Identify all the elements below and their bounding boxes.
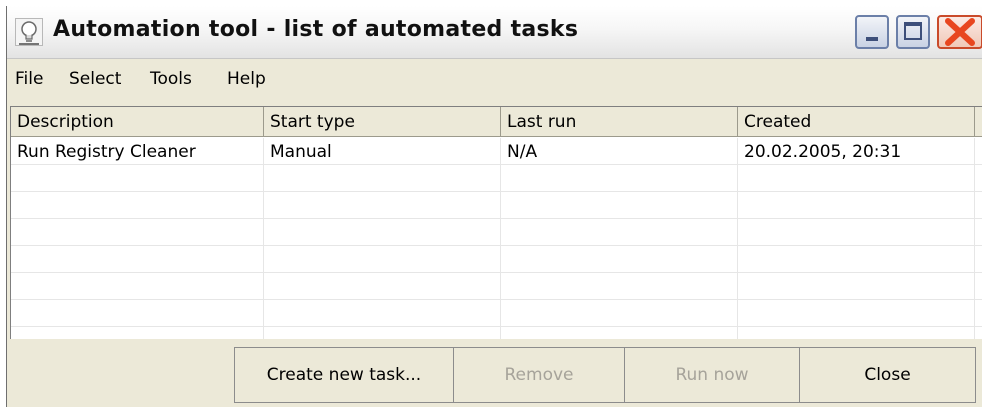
maximize-button[interactable] <box>896 15 930 49</box>
empty-cell <box>11 192 264 219</box>
run-now-button[interactable]: Run now <box>624 347 800 403</box>
empty-cell <box>264 165 501 192</box>
empty-table-row <box>11 192 982 219</box>
empty-cell <box>264 219 501 246</box>
column-header-created[interactable]: Created <box>738 107 975 137</box>
automation-tool-window: Automation tool - list of automated task… <box>6 6 982 407</box>
column-header-start-type[interactable]: Start type <box>264 107 501 137</box>
minimize-icon <box>866 37 878 41</box>
menu-bar: File Select Tools Help <box>7 59 982 97</box>
empty-cell <box>264 327 501 339</box>
button-bar: Create new task... Remove Run now Close <box>7 340 982 407</box>
cell-description: Run Registry Cleaner <box>11 138 264 165</box>
cell-last-run: N/A <box>501 138 738 165</box>
empty-cell <box>738 219 975 246</box>
empty-table-row <box>11 165 982 192</box>
empty-table-row <box>11 273 982 300</box>
empty-cell <box>501 327 738 339</box>
empty-cell <box>11 300 264 327</box>
create-new-task-button[interactable]: Create new task... <box>234 347 454 403</box>
cell-created: 20.02.2005, 20:31 <box>738 138 975 165</box>
empty-cell <box>264 246 501 273</box>
empty-cell <box>501 300 738 327</box>
column-header-filler <box>975 107 982 137</box>
empty-cell <box>11 327 264 339</box>
empty-cell <box>738 246 975 273</box>
empty-cell <box>501 219 738 246</box>
table-row[interactable]: Run Registry Cleaner Manual N/A 20.02.20… <box>11 138 982 165</box>
menu-help[interactable]: Help <box>227 69 266 89</box>
empty-cell <box>11 219 264 246</box>
empty-cell <box>738 192 975 219</box>
menu-tools[interactable]: Tools <box>150 69 192 89</box>
empty-cell <box>501 246 738 273</box>
cell-start-type: Manual <box>264 138 501 165</box>
remove-button[interactable]: Remove <box>453 347 625 403</box>
task-list-table[interactable]: Description Start type Last run Created … <box>10 106 982 339</box>
empty-table-row <box>11 300 982 327</box>
empty-cell <box>738 165 975 192</box>
empty-cell <box>264 192 501 219</box>
empty-cell <box>11 165 264 192</box>
minimize-button[interactable] <box>855 15 889 49</box>
close-button[interactable]: Close <box>799 347 976 403</box>
empty-cell <box>738 273 975 300</box>
empty-cell <box>264 300 501 327</box>
lightbulb-icon <box>15 18 43 46</box>
column-header-description[interactable]: Description <box>11 107 264 137</box>
empty-cell <box>501 273 738 300</box>
empty-cell <box>501 192 738 219</box>
empty-table-row <box>11 327 982 339</box>
title-bar[interactable]: Automation tool - list of automated task… <box>7 6 982 59</box>
menu-select[interactable]: Select <box>69 69 121 89</box>
empty-cell <box>738 300 975 327</box>
table-header: Description Start type Last run Created <box>11 107 982 137</box>
empty-cell <box>11 246 264 273</box>
empty-table-row <box>11 219 982 246</box>
close-icon <box>945 18 975 46</box>
empty-cell <box>501 165 738 192</box>
window-title: Automation tool - list of automated task… <box>53 17 579 42</box>
empty-cell <box>738 327 975 339</box>
close-window-button[interactable] <box>937 15 982 49</box>
empty-table-row <box>11 246 982 273</box>
empty-cell <box>11 273 264 300</box>
maximize-icon <box>904 22 922 40</box>
menu-file[interactable]: File <box>15 69 43 89</box>
column-header-last-run[interactable]: Last run <box>501 107 738 137</box>
empty-cell <box>264 273 501 300</box>
